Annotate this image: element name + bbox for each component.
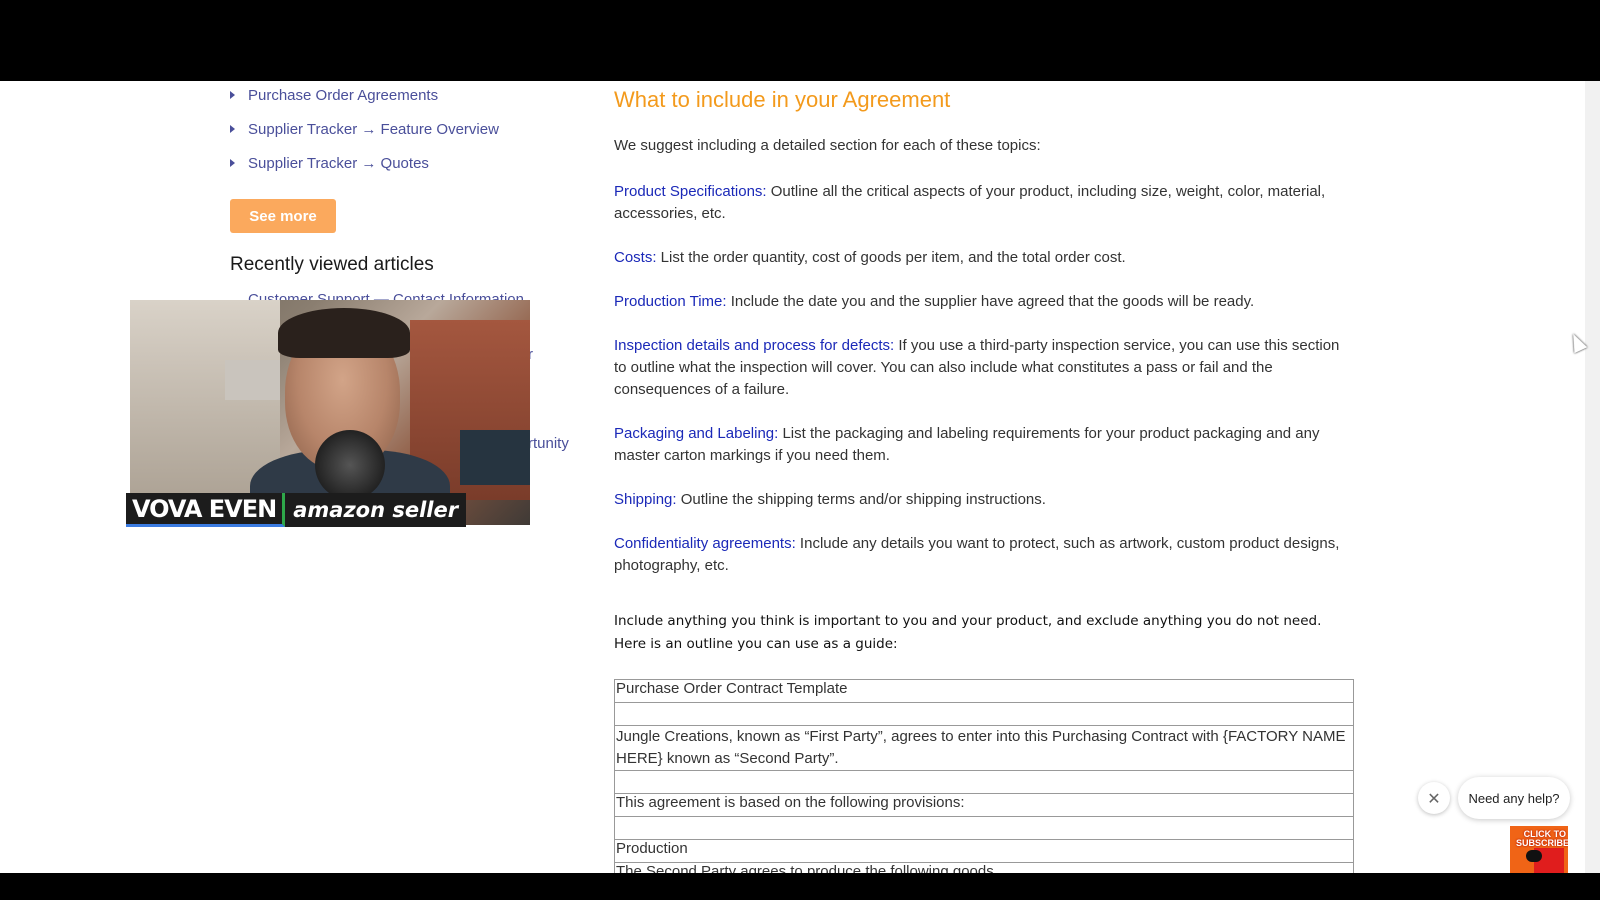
table-row: Production (614, 839, 1354, 863)
subscribe-label: CLICK TO SUBSCRIBE (1516, 829, 1568, 848)
background-tv (460, 430, 530, 485)
table-row (614, 702, 1354, 726)
topic-inspection-details: Inspection details and process for defec… (614, 335, 1354, 401)
sidebar-link-label: Supplier Tracker → Feature Overview (248, 121, 499, 138)
table-row: Jungle Creations, known as “First Party”… (614, 725, 1354, 771)
topic-packaging-labeling: Packaging and Labeling: List the packagi… (614, 423, 1354, 467)
table-cell (614, 770, 1354, 794)
topic-confidentiality: Confidentiality agreements: Include any … (614, 533, 1354, 577)
sidebar-link-purchase-order-agreements[interactable]: Purchase Order Agreements (230, 87, 438, 104)
sidebar-link-label: Supplier Tracker → Quotes (248, 155, 429, 172)
toggle-icon (1526, 850, 1542, 862)
topic-term: Shipping: (614, 491, 677, 508)
table-row: Purchase Order Contract Template (614, 679, 1354, 703)
topic-term: Costs: (614, 249, 657, 266)
table-row: The Second Party agrees to produce the f… (614, 862, 1354, 873)
see-more-button[interactable]: See more (230, 199, 336, 233)
video-bottom-letterbox (0, 873, 1600, 900)
table-row (614, 816, 1354, 840)
topic-text: Outline the shipping terms and/or shippi… (676, 491, 1046, 508)
intro-text: We suggest including a detailed section … (614, 137, 1041, 154)
sidebar-link-supplier-tracker-quotes[interactable]: Supplier Tracker → Quotes (230, 155, 429, 172)
chat-close-button[interactable]: ✕ (1418, 782, 1450, 814)
table-cell: This agreement is based on the following… (614, 793, 1354, 817)
topic-costs: Costs: List the order quantity, cost of … (614, 247, 1354, 269)
table-cell (614, 816, 1354, 840)
section-heading: What to include in your Agreement (614, 87, 951, 112)
topic-product-specifications: Product Specifications: Outline all the … (614, 181, 1354, 225)
topic-shipping: Shipping: Outline the shipping terms and… (614, 489, 1354, 511)
page-scrollbar[interactable] (1585, 81, 1600, 873)
bullet-triangle-icon (230, 125, 235, 134)
topic-text: List the order quantity, cost of goods p… (656, 249, 1126, 266)
topic-term: Production Time: (614, 293, 727, 310)
video-top-letterbox (0, 0, 1600, 81)
recently-viewed-heading: Recently viewed articles (230, 254, 434, 275)
bullet-triangle-icon (230, 159, 235, 168)
topic-production-time: Production Time: Include the date you an… (614, 291, 1354, 313)
background-shelf (225, 360, 280, 400)
chat-help-bubble[interactable]: Need any help? (1458, 777, 1570, 819)
topic-term: Inspection details and process for defec… (614, 337, 895, 354)
table-row: This agreement is based on the following… (614, 793, 1354, 817)
bullet-triangle-icon (230, 91, 235, 100)
table-cell: Purchase Order Contract Template (614, 679, 1354, 703)
topic-text: Include the date you and the supplier ha… (726, 293, 1255, 310)
table-cell (614, 702, 1354, 726)
topic-term: Packaging and Labeling: (614, 425, 779, 442)
sidebar-link-label: Purchase Order Agreements (248, 87, 439, 104)
outline-note: Include anything you think is important … (614, 613, 1322, 652)
presenter-name: VOVA EVEN (126, 493, 286, 527)
sidebar-link-supplier-tracker-feature-overview[interactable]: Supplier Tracker → Feature Overview (230, 121, 499, 138)
subscribe-overlay-button[interactable]: CLICK TO SUBSCRIBE (1510, 826, 1568, 873)
recent-link-partial-opportunity[interactable]: rtunity (528, 435, 569, 452)
presenter-role: amazon seller (285, 493, 467, 527)
webcam-overlay (130, 300, 530, 525)
presenter-hair (278, 308, 410, 358)
microphone-icon (315, 430, 385, 500)
table-cell: The Second Party agrees to produce the f… (614, 862, 1354, 873)
topic-term: Confidentiality agreements: (614, 535, 796, 552)
contract-template-table: Purchase Order Contract Template Jungle … (614, 679, 1354, 873)
table-row (614, 770, 1354, 794)
topic-term: Product Specifications: (614, 183, 767, 200)
table-cell: Production (614, 839, 1354, 863)
presenter-lower-third: VOVA EVEN amazon seller (126, 493, 467, 527)
table-cell: Jungle Creations, known as “First Party”… (614, 725, 1354, 771)
